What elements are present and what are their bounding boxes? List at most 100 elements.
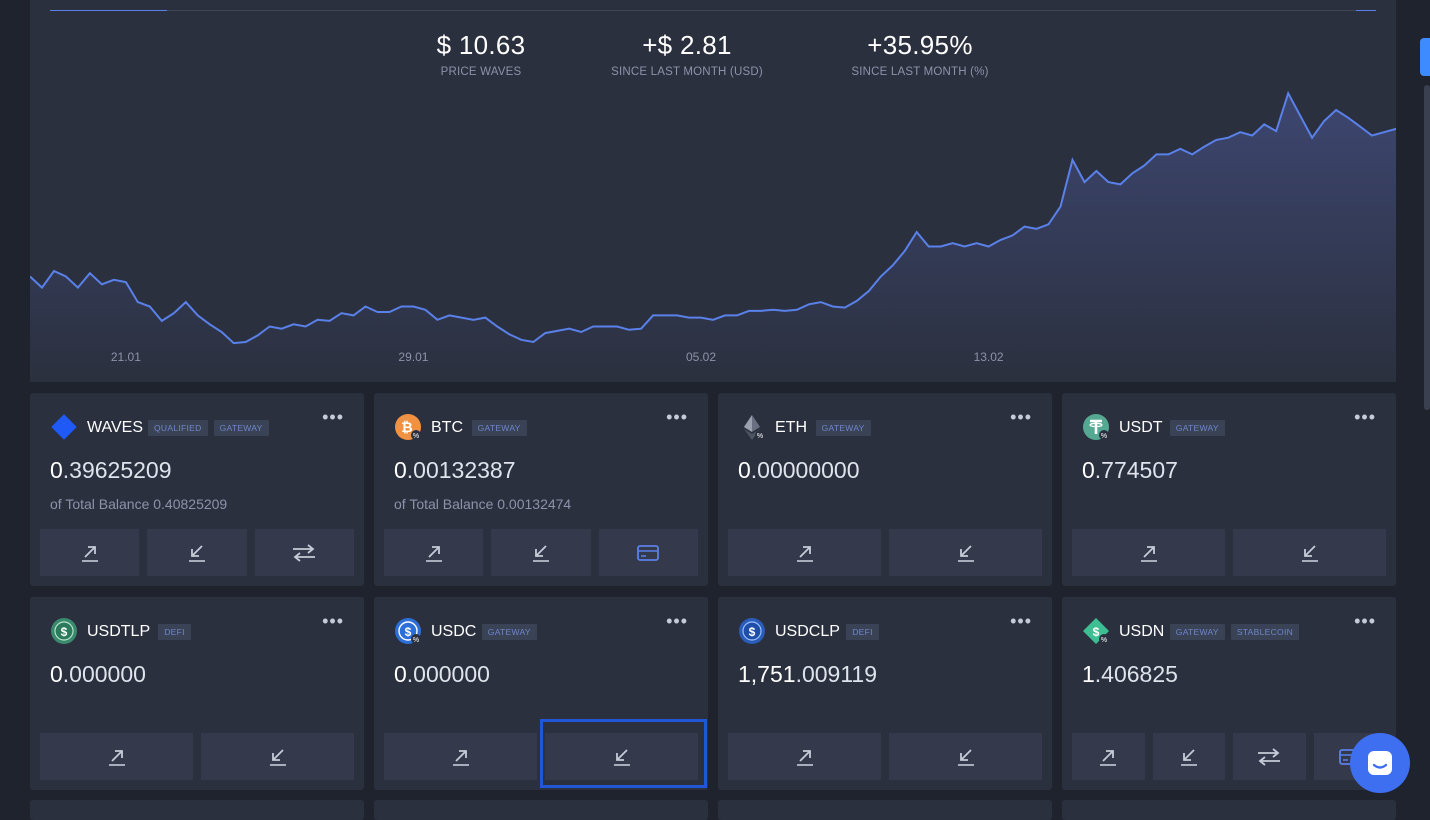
asset-card-eth: % ETH GATEWAY ••• 0.00000000 [718,393,1052,586]
asset-balance: 0.000000 [50,661,146,688]
exchange-button[interactable] [1233,733,1306,780]
send-arrow-icon [796,545,813,562]
x-tick-label: 13.02 [973,350,1004,364]
asset-balance: 0.00000000 [738,457,860,484]
x-tick-label: 29.01 [398,350,429,364]
receive-button[interactable] [201,733,354,780]
receive-button[interactable] [545,733,698,780]
chat-icon [1368,751,1392,775]
asset-card-partial [374,800,708,820]
balance-integer: 0 [738,457,751,483]
usdn-icon: $% [1082,617,1110,645]
balance-integer: 0 [50,661,63,687]
more-options-button[interactable]: ••• [1010,407,1032,428]
send-button[interactable] [384,733,537,780]
svg-text:%: % [1101,637,1107,644]
more-options-button[interactable]: ••• [1354,611,1376,632]
price-chart-panel: $ 10.63 PRICE WAVES +$ 2.81 SINCE LAST M… [30,0,1396,382]
more-options-button[interactable]: ••• [666,611,688,632]
stat-price-label: PRICE WAVES [440,66,522,78]
receive-button[interactable] [491,529,591,576]
receive-button[interactable] [889,733,1042,780]
send-button[interactable] [1072,733,1145,780]
receive-button[interactable] [1152,733,1225,780]
send-arrow-icon [108,749,125,766]
receive-arrow-icon [532,544,549,562]
stat-change-usd-value: +$ 2.81 [642,30,732,60]
receive-button[interactable] [889,529,1042,576]
balance-fraction: .009119 [795,661,877,687]
asset-actions [1072,529,1386,576]
asset-name: USDN [1119,623,1165,640]
support-chat-button[interactable] [1350,733,1410,793]
send-button[interactable] [728,529,881,576]
total-balance: of Total Balance 0.40825209 [50,496,228,512]
send-arrow-icon [81,545,98,562]
stat-change-usd: +$ 2.81 SINCE LAST MONTH (USD) [602,30,772,78]
stat-change-usd-label: SINCE LAST MONTH (USD) [611,66,763,78]
svg-text:%: % [757,433,763,440]
scrollbar-thumb[interactable] [1424,85,1430,410]
asset-tag: GATEWAY [471,420,527,436]
asset-tag: DEFI [158,624,191,640]
asset-tags: DEFI [846,624,879,640]
asset-tag: GATEWAY [213,420,269,436]
asset-balance: 1.406825 [1082,661,1178,688]
more-options-button[interactable]: ••• [322,611,344,632]
balance-fraction: .406825 [1094,661,1178,687]
asset-card-partial [718,800,1052,820]
asset-card-usdn: $% USDN GATEWAY STABLECOIN ••• 1.406825 [1062,597,1396,790]
asset-tag: GATEWAY [815,420,871,436]
waves-icon [50,413,78,441]
svg-text:₿: ₿ [401,419,412,435]
balance-fraction: .774507 [1094,457,1178,483]
asset-actions [1072,733,1386,780]
asset-tag: GATEWAY [1169,420,1225,436]
asset-tags: GATEWAY [815,420,871,436]
balance-fraction: .00132387 [406,457,516,483]
send-button[interactable] [384,529,484,576]
more-options-button[interactable]: ••• [322,407,344,428]
send-button[interactable] [40,733,193,780]
side-panel-tab[interactable] [1420,38,1430,76]
receive-arrow-icon [269,748,286,766]
more-options-button[interactable]: ••• [1354,407,1376,428]
exchange-button[interactable] [254,529,354,576]
send-button[interactable] [728,733,881,780]
send-arrow-icon [796,749,813,766]
balance-integer: 1 [1082,661,1095,687]
receive-button[interactable] [147,529,247,576]
asset-actions [384,733,698,780]
asset-tag: GATEWAY [481,624,537,640]
usdtlp-icon: $ [50,617,78,645]
send-arrow-icon [1140,545,1157,562]
send-button[interactable] [40,529,140,576]
asset-card-usdtlp: $ USDTLP DEFI ••• 0.000000 [30,597,364,790]
more-options-button[interactable]: ••• [1010,611,1032,632]
more-options-button[interactable]: ••• [666,407,688,428]
asset-card-waves: WAVES QUALIFIED GATEWAY ••• 0.39625209 of Tot… [30,393,364,586]
asset-tags: QUALIFIED GATEWAY [148,420,269,436]
asset-tag: GATEWAY [1169,624,1225,640]
receive-arrow-icon [957,748,974,766]
svg-text:%: % [413,433,419,440]
stat-change-pct-label: SINCE LAST MONTH (%) [851,66,989,78]
receive-arrow-icon [613,748,630,766]
receive-button[interactable] [1233,529,1386,576]
asset-tag: DEFI [846,624,879,640]
send-button[interactable] [1072,529,1225,576]
asset-balance: 0.39625209 [50,457,172,484]
asset-balance: 1,751.009119 [738,661,877,688]
btc-icon: ₿% [394,413,422,441]
balance-integer: 0 [50,457,63,483]
asset-card-partial [1062,800,1396,820]
balance-integer: 1,751 [738,661,796,687]
usdt-icon: % [1082,413,1110,441]
card-button[interactable] [598,529,698,576]
asset-tag: QUALIFIED [148,420,208,436]
asset-name: USDT [1119,419,1163,436]
balance-fraction: .000000 [62,661,146,687]
asset-tags: GATEWAY STABLECOIN [1169,624,1300,640]
asset-card-partial [30,800,364,820]
receive-arrow-icon [1301,544,1318,562]
